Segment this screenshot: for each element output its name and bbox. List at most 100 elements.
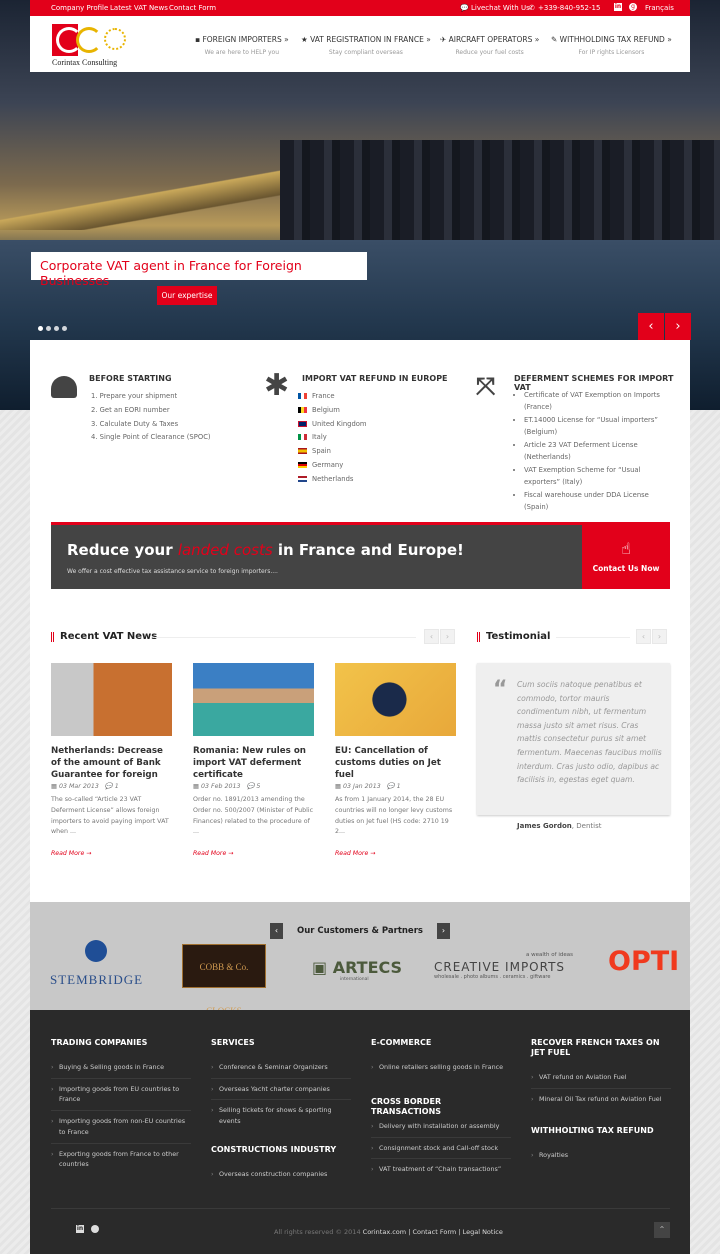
- testimonial-quote: Cum sociis natoque penatibus et commodo,…: [517, 680, 662, 785]
- slide-dot-3[interactable]: [54, 326, 59, 331]
- news-image[interactable]: [51, 663, 172, 736]
- contact-label: Contact Us Now: [592, 564, 660, 573]
- linkedin-icon[interactable]: in: [76, 1225, 84, 1233]
- cta-text: We offer a cost effective tax assistance…: [67, 568, 278, 575]
- list-item-italy[interactable]: Italy: [298, 431, 367, 445]
- contact-form-link[interactable]: Contact Form: [412, 1228, 456, 1236]
- list-item[interactable]: ET.14000 License for “Usual importers” (…: [524, 415, 665, 438]
- news-title[interactable]: Netherlands: Decrease of the amount of B…: [51, 745, 172, 781]
- list-item-france[interactable]: France: [298, 390, 367, 404]
- nav-sub: For IP rights Licensors: [578, 49, 645, 56]
- contact-us-button[interactable]: ☝ Contact Us Now: [582, 522, 670, 589]
- footer-link-list: Online retailers selling goods in France: [371, 1057, 511, 1078]
- country-label: Germany: [312, 460, 344, 469]
- livechat-link[interactable]: Livechat With Us: [471, 4, 530, 12]
- testimonial-next-button[interactable]: ›: [652, 629, 667, 644]
- scroll-top-button[interactable]: ⌃: [654, 1222, 670, 1238]
- slide-dot-1[interactable]: [38, 326, 43, 331]
- partner-logo-cobb[interactable]: COBB & Co. CLOCKS: [182, 944, 266, 1016]
- legal-notice-link[interactable]: Legal Notice: [463, 1228, 503, 1236]
- list-item[interactable]: Certificate of VAT Exemption on Imports …: [524, 390, 665, 413]
- read-more-link[interactable]: Read More →: [51, 850, 172, 857]
- footer-link[interactable]: Delivery with installation or assembly: [371, 1116, 511, 1138]
- google-plus-icon[interactable]: g: [629, 3, 637, 11]
- flag-netherlands-icon: [298, 475, 307, 482]
- news-image[interactable]: [193, 663, 314, 736]
- footer-link[interactable]: Online retailers selling goods in France: [371, 1057, 511, 1078]
- comments-icon: 💬: [246, 783, 257, 790]
- read-more-link[interactable]: Read More →: [335, 850, 456, 857]
- corintax-link[interactable]: Corintax.com: [363, 1228, 406, 1236]
- nav-sub: Reduce your fuel costs: [455, 49, 524, 56]
- footer-link-list: Overseas construction companies: [211, 1164, 351, 1185]
- country-label: Italy: [312, 433, 327, 442]
- topbar-link-company-profile[interactable]: Company Profile: [51, 4, 108, 12]
- partner-logo-creative-imports[interactable]: CREATIVE IMPORTS: [434, 960, 565, 974]
- testimonial-author: James Gordon, Dentist: [517, 822, 602, 830]
- slider-next-button[interactable]: ›: [665, 313, 691, 340]
- read-more-link[interactable]: Read More →: [193, 850, 314, 857]
- footer-link[interactable]: VAT refund on Aviation Fuel: [531, 1067, 671, 1089]
- footer-link[interactable]: Buying & Selling goods in France: [51, 1057, 191, 1079]
- footer-link[interactable]: Mineral Oil Tax refund on Aviation Fuel: [531, 1089, 671, 1110]
- news-prev-button[interactable]: ‹: [424, 629, 439, 644]
- nav-vat-registration[interactable]: ★ VAT REGISTRATION IN FRANCE » Stay compl…: [301, 35, 431, 56]
- linkedin-icon[interactable]: in: [614, 3, 622, 11]
- footer-link[interactable]: Selling tickets for shows & sporting eve…: [211, 1100, 351, 1131]
- nav-label: WITHHOLDING TAX REFUND »: [559, 35, 672, 44]
- footer-link[interactable]: Importing goods from EU countries to Fra…: [51, 1079, 191, 1112]
- footer-link[interactable]: Conference & Seminar Organizers: [211, 1057, 351, 1079]
- footer-link[interactable]: Consignment stock and Call-off stock: [371, 1138, 511, 1160]
- footer-heading: RECOVER FRENCH TAXES ON JET FUEL: [531, 1038, 660, 1057]
- nav-aircraft-operators[interactable]: ✈ AIRCRAFT OPERATORS » Reduce your fuel c…: [440, 35, 539, 56]
- our-expertise-button[interactable]: Our expertise: [157, 286, 217, 305]
- list-item[interactable]: Fiscal warehouse under DDA License (Spai…: [524, 490, 665, 513]
- partner-logo-stembridge[interactable]: STEMBRIDGE: [50, 972, 143, 988]
- testimonial-prev-button[interactable]: ‹: [636, 629, 651, 644]
- list-item-belgium[interactable]: Belgium: [298, 404, 367, 418]
- nav-sub: We are here to HELP you: [204, 49, 280, 56]
- partners-next-button[interactable]: ›: [437, 923, 450, 939]
- footer-link[interactable]: Importing goods from non-EU countries to…: [51, 1111, 191, 1144]
- top-bar: Company Profile Latest VAT News Contact …: [30, 0, 690, 16]
- news-title[interactable]: EU: Cancellation of customs duties on Je…: [335, 745, 456, 781]
- list-item-uk[interactable]: United Kingdom: [298, 418, 367, 432]
- footer-heading: E-COMMERCE: [371, 1038, 432, 1047]
- partner-logo-artecs[interactable]: ▣ ARTECS: [312, 958, 402, 977]
- list-item-spain[interactable]: Spain: [298, 445, 367, 459]
- calendar-icon: ▦: [335, 783, 343, 790]
- language-link[interactable]: Français: [645, 4, 674, 12]
- google-plus-icon[interactable]: [91, 1225, 99, 1233]
- nav-foreign-importers[interactable]: ▪ FOREIGN IMPORTERS » We are here to HELP…: [195, 35, 289, 56]
- slide-dot-2[interactable]: [46, 326, 51, 331]
- slide-dot-4[interactable]: [62, 326, 67, 331]
- nav-withholding-tax[interactable]: ✎ WITHHOLDING TAX REFUND » For IP rights …: [551, 35, 672, 56]
- list-item-germany[interactable]: Germany: [298, 459, 367, 473]
- news-title[interactable]: Romania: New rules on import VAT deferme…: [193, 745, 314, 781]
- nav-label: FOREIGN IMPORTERS »: [202, 35, 289, 44]
- country-label: France: [312, 392, 335, 400]
- list-item[interactable]: VAT Exemption Scheme for “Usual exporter…: [524, 465, 665, 488]
- corintax-logo[interactable]: Corintax Consulting: [52, 24, 136, 68]
- footer-link[interactable]: Overseas construction companies: [211, 1164, 351, 1185]
- country-label: Netherlands: [312, 474, 354, 483]
- partners-prev-button[interactable]: ‹: [270, 923, 283, 939]
- partner-logo-opti[interactable]: OPTI: [608, 946, 679, 977]
- footer-link[interactable]: VAT treatment of “Chain transactions”: [371, 1159, 511, 1180]
- list-item[interactable]: Article 23 VAT Deferment License (Nether…: [524, 440, 665, 463]
- footer-link-list: Delivery with installation or assemblyCo…: [371, 1116, 511, 1180]
- news-image[interactable]: [335, 663, 456, 736]
- topbar-link-vat-news[interactable]: Latest VAT News: [110, 4, 168, 12]
- footer-link[interactable]: Royalties: [531, 1145, 671, 1166]
- news-card: Romania: New rules on import VAT deferme…: [193, 663, 314, 857]
- news-excerpt: Order no. 1891/2013 amending the Order n…: [193, 796, 314, 836]
- news-next-button[interactable]: ›: [440, 629, 455, 644]
- footer-link[interactable]: Overseas Yacht charter companies: [211, 1079, 351, 1101]
- partners-title: Our Customers & Partners: [297, 926, 423, 936]
- topbar-link-contact[interactable]: Contact Form: [169, 4, 216, 12]
- slider-prev-button[interactable]: ‹: [638, 313, 664, 340]
- list-item-netherlands[interactable]: Netherlands: [298, 473, 367, 487]
- deferment-list: Certificate of VAT Exemption on Imports …: [515, 390, 665, 513]
- news-heading: Recent VAT News: [51, 632, 157, 642]
- footer-link[interactable]: Exporting goods from France to other cou…: [51, 1144, 191, 1175]
